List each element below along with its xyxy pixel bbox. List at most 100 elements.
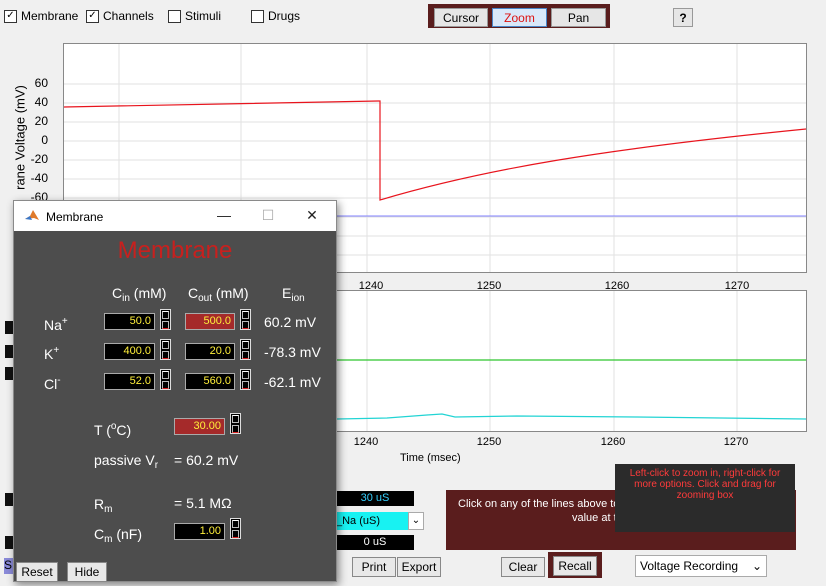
passive-label-text: passive V <box>94 452 155 468</box>
temp-label-text: T ( <box>94 422 111 438</box>
bottom-x-tick-1240: 1240 <box>353 436 379 448</box>
ion-name: Cl <box>44 376 58 392</box>
rm-label: Rm <box>94 496 112 515</box>
temperature-field[interactable]: 30.00 <box>174 418 225 435</box>
ion-label-cl: Cl- <box>44 375 61 392</box>
empty-check-box <box>168 9 181 23</box>
channel-plot[interactable] <box>336 290 807 432</box>
na-cin-field[interactable]: 50.0 <box>104 313 155 330</box>
k-cin-stepper[interactable] <box>160 339 171 360</box>
plot-tool-group: Cursor Zoom Pan <box>428 4 610 28</box>
temp-unit: C) <box>116 422 132 438</box>
minimize-icon[interactable]: — <box>212 205 236 225</box>
na-cin-stepper[interactable] <box>160 309 171 330</box>
conductance-value: 30 uS <box>336 491 414 506</box>
bottom-x-tick-1270: 1270 <box>723 436 749 448</box>
channel-select-label: _Na (uS) <box>336 515 381 527</box>
cin-sub: in <box>122 293 130 304</box>
k-eion-value: -78.3 mV <box>264 344 321 360</box>
stimuli-checkbox[interactable]: Stimuli <box>168 9 221 23</box>
dialog-heading: Membrane <box>117 237 233 264</box>
cm-stepper[interactable] <box>230 518 241 539</box>
stimuli-checkbox-label: Stimuli <box>185 9 222 23</box>
eion-header: Eion <box>282 285 305 304</box>
reset-button[interactable]: Reset <box>16 562 58 582</box>
recall-frame: Recall <box>548 552 602 578</box>
hide-button[interactable]: Hide <box>67 562 107 582</box>
cin-letter: C <box>112 285 123 301</box>
eion-sub: ion <box>291 293 305 304</box>
cin-header: Cin (mM) <box>112 285 166 304</box>
channel-select[interactable]: _Na (uS) <box>336 512 408 530</box>
ion-label-na: Na+ <box>44 316 68 333</box>
k-cout-field[interactable]: 20.0 <box>185 343 235 360</box>
temperature-stepper[interactable] <box>230 413 241 434</box>
cout-unit: (mM) <box>212 285 249 301</box>
voltage-axis-label: rane Voltage (mV) <box>12 85 28 190</box>
clear-button[interactable]: Clear <box>501 557 545 577</box>
cl-cout-field[interactable]: 560.0 <box>185 373 235 390</box>
channels-checkbox[interactable]: ✓ Channels <box>86 9 154 23</box>
export-button[interactable]: Export <box>397 557 441 577</box>
channels-checkbox-label: Channels <box>103 9 154 23</box>
temperature-label: T (oC) <box>94 421 131 438</box>
recall-button[interactable]: Recall <box>553 556 597 576</box>
na-eion-value: 60.2 mV <box>264 314 317 330</box>
channel-grid <box>366 291 738 431</box>
chevron-down-icon: ⌄ <box>751 559 762 573</box>
bottom-x-tick-1260: 1260 <box>600 436 626 448</box>
ion-name: K <box>44 346 54 362</box>
cm-label: Cm (nF) <box>94 526 142 545</box>
na-cout-field[interactable]: 500.0 <box>185 313 235 330</box>
chevron-down-icon[interactable]: ⌄ <box>408 512 424 530</box>
print-button[interactable]: Print <box>352 557 396 577</box>
passive-vr-label: passive Vr <box>94 452 158 471</box>
dialog-window-title: Membrane <box>46 210 104 224</box>
ion-charge: - <box>57 375 61 386</box>
cl-cin-stepper[interactable] <box>160 369 171 390</box>
recording-select[interactable]: Voltage Recording ⌄ <box>635 555 767 577</box>
dialog-titlebar[interactable]: Membrane — ☐ ✕ <box>14 201 336 231</box>
passive-sub: r <box>154 460 159 471</box>
cin-unit: (mM) <box>129 285 167 301</box>
cm-letter: C <box>94 526 105 542</box>
k-cout-stepper[interactable] <box>240 339 251 360</box>
cout-header: Cout (mM) <box>188 285 249 304</box>
cl-cout-stepper[interactable] <box>240 369 251 390</box>
passive-vr-value: = 60.2 mV <box>174 452 239 468</box>
membrane-checkbox[interactable]: ✓ Membrane <box>4 9 78 23</box>
ion-charge: + <box>61 316 68 327</box>
close-icon[interactable]: ✕ <box>300 205 324 225</box>
rm-letter: R <box>94 496 105 512</box>
ion-charge: + <box>53 345 60 356</box>
drugs-checkbox-label: Drugs <box>268 9 301 23</box>
zoom-button[interactable]: Zoom <box>492 8 547 27</box>
k-cin-field[interactable]: 400.0 <box>104 343 155 360</box>
cout-letter: C <box>188 285 199 301</box>
cl-eion-value: -62.1 mV <box>264 374 321 390</box>
help-button[interactable]: ? <box>673 8 693 27</box>
na-cout-stepper[interactable] <box>240 309 251 330</box>
recording-select-label: Voltage Recording <box>640 559 739 573</box>
bottom-x-tick-1250: 1250 <box>476 436 502 448</box>
drugs-checkbox[interactable]: Drugs <box>251 9 300 23</box>
rm-sub: m <box>104 504 113 515</box>
cm-field[interactable]: 1.00 <box>174 523 225 540</box>
matlab-logo-icon <box>25 210 39 220</box>
maximize-icon[interactable]: ☐ <box>256 205 280 225</box>
cl-cin-field[interactable]: 52.0 <box>104 373 155 390</box>
channel-plot-canvas <box>337 291 806 431</box>
zoom-tooltip: Left-click to zoom in, right-click for m… <box>615 464 795 532</box>
ion-name: Na <box>44 317 62 333</box>
cout-sub: out <box>198 293 213 304</box>
pan-button[interactable]: Pan <box>551 8 606 27</box>
membrane-dialog: Membrane — ☐ ✕ Membrane Cin (mM) Cout (m… <box>13 200 337 582</box>
info-text-2: value at t <box>572 512 617 524</box>
voltage-trace <box>64 100 806 201</box>
membrane-checkbox-label: Membrane <box>21 9 79 23</box>
cyan-trace <box>337 413 806 420</box>
cursor-button[interactable]: Cursor <box>434 8 488 27</box>
empty-check-box <box>251 9 264 23</box>
info-text: Click on any of the lines above to <box>458 498 620 510</box>
rm-value: = 5.1 MΩ <box>174 495 232 511</box>
